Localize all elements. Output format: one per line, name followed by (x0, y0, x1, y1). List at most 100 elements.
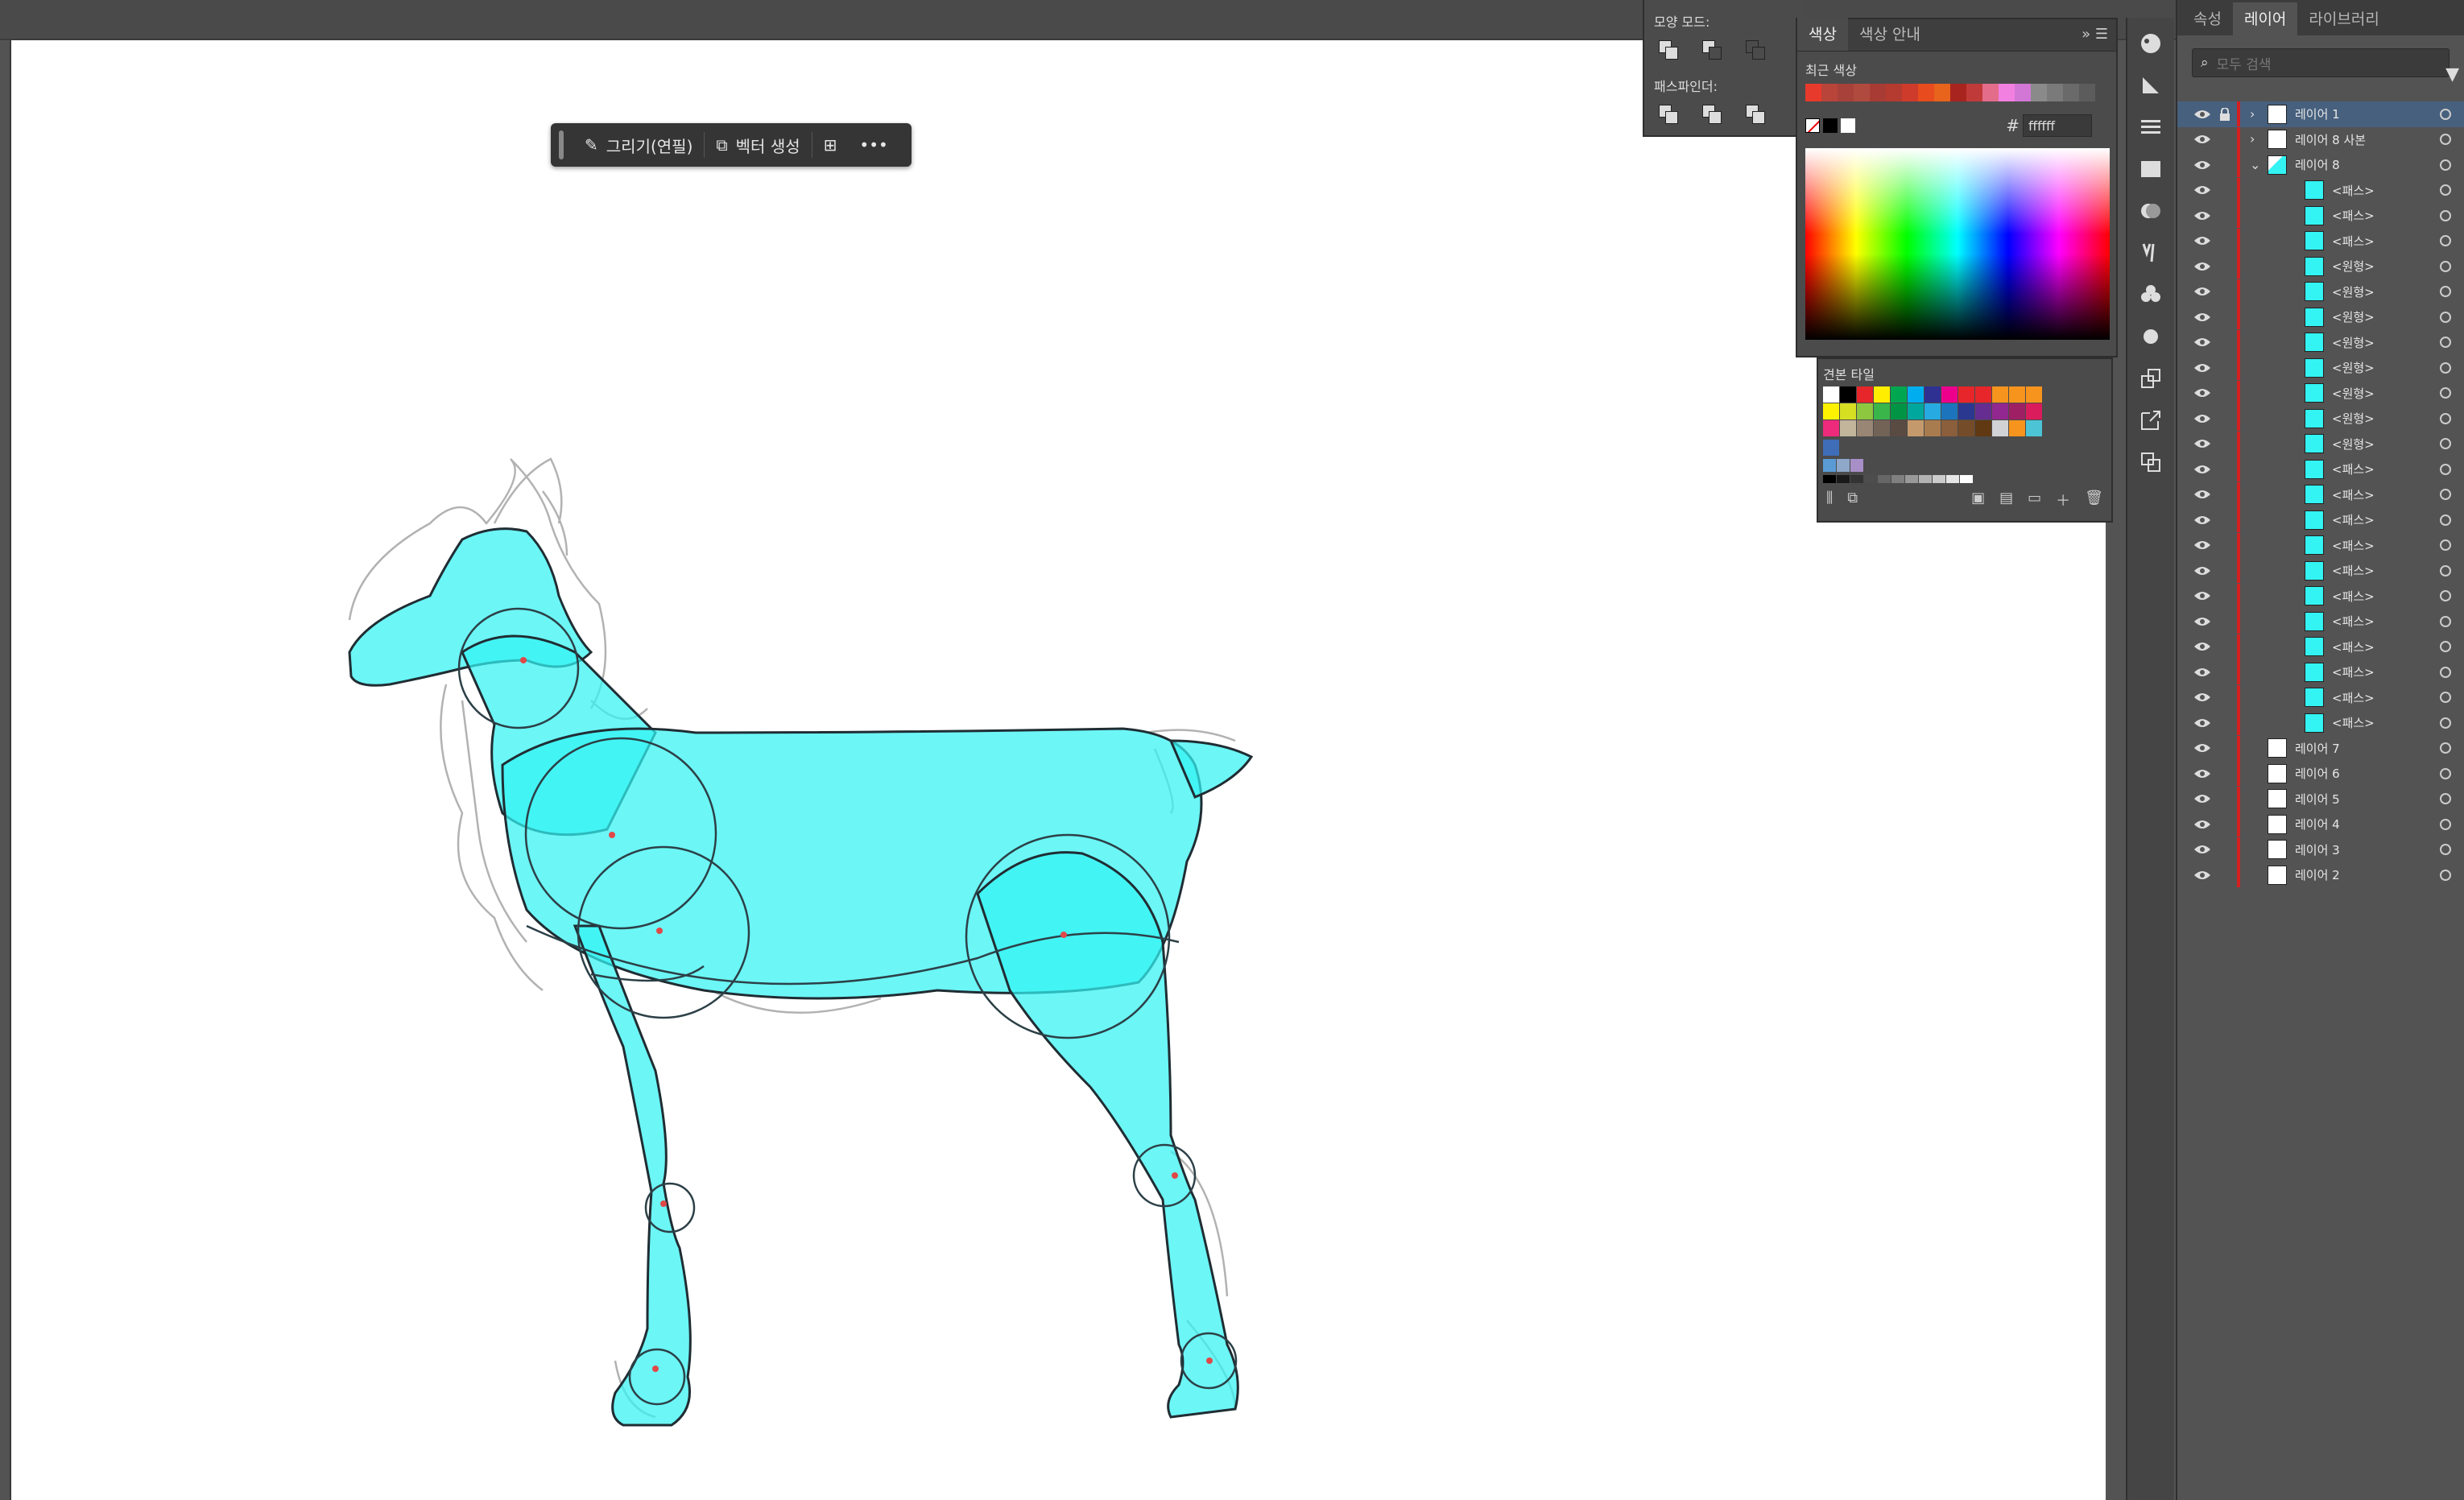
layer-sublayer-row[interactable]: <패스> (2177, 177, 2464, 204)
recent-color-swatch[interactable] (2079, 84, 2095, 101)
layer-sublayer-row[interactable]: <원형> (2177, 304, 2464, 330)
target-circle-icon[interactable] (2440, 767, 2451, 779)
white-swatch[interactable] (1841, 118, 1855, 133)
image-settings-button[interactable]: ⊞ (812, 129, 849, 161)
visibility-eye-icon[interactable] (2193, 641, 2211, 652)
swatch[interactable] (1958, 386, 1974, 403)
swatch[interactable] (1908, 420, 1924, 436)
divide-icon[interactable] (1659, 105, 1680, 126)
visibility-eye-icon[interactable] (2193, 286, 2211, 297)
swatch[interactable] (1891, 420, 1907, 436)
new-swatch-group-icon[interactable]: ▣ (1971, 490, 1985, 510)
swatch[interactable] (1874, 386, 1890, 403)
lock-icon[interactable] (2219, 107, 2230, 121)
target-circle-icon[interactable] (2440, 818, 2451, 830)
recent-color-swatch[interactable] (2047, 84, 2063, 101)
intersect-icon[interactable] (1746, 40, 1767, 61)
chevron-right-icon[interactable]: › (2250, 107, 2261, 120)
swatch[interactable] (2009, 386, 2025, 403)
swatch[interactable] (1874, 403, 1890, 419)
swatch[interactable] (1960, 475, 1973, 483)
target-circle-icon[interactable] (2440, 590, 2451, 602)
target-circle-icon[interactable] (2440, 717, 2451, 729)
visibility-eye-icon[interactable] (2193, 514, 2211, 526)
recent-color-swatch[interactable] (1821, 84, 1838, 101)
swatch[interactable] (1941, 386, 1958, 403)
target-circle-icon[interactable] (2440, 692, 2451, 704)
artboards-icon[interactable] (2135, 446, 2167, 478)
visibility-eye-icon[interactable] (2193, 464, 2211, 475)
graphic-styles-icon[interactable] (2135, 362, 2167, 395)
swatch-options-icon[interactable]: ▤ (1999, 490, 2013, 510)
layer-sublayer-row[interactable]: <패스> (2177, 532, 2464, 559)
color-panel-icon[interactable] (2135, 27, 2167, 60)
recent-color-swatch[interactable] (2063, 84, 2079, 101)
target-circle-icon[interactable] (2440, 615, 2451, 627)
visibility-eye-icon[interactable] (2193, 565, 2211, 576)
color-guide-icon[interactable] (2135, 69, 2167, 101)
layer-sublayer-row[interactable]: <패스> (2177, 457, 2464, 482)
layer-sublayer-row[interactable]: <패스> (2177, 203, 2464, 229)
swatch[interactable] (1837, 459, 1850, 472)
target-circle-icon[interactable] (2440, 742, 2451, 754)
layer-search-field[interactable]: ⌕ 모두 검색 (2192, 48, 2450, 77)
recent-color-swatch[interactable] (1918, 84, 1934, 101)
recent-color-swatch[interactable] (1838, 84, 1854, 101)
swatch[interactable] (1992, 420, 2008, 436)
swatch[interactable] (1905, 475, 1918, 483)
recent-color-swatch[interactable] (1934, 84, 1950, 101)
swatch[interactable] (2026, 420, 2042, 436)
layer-sublayer-row[interactable]: <원형> (2177, 431, 2464, 457)
layer-sublayer-row[interactable]: <패스> (2177, 481, 2464, 508)
deer-illustration[interactable] (11, 40, 2107, 1500)
recent-color-swatch[interactable] (2031, 84, 2047, 101)
layer-sublayer-row[interactable]: <패스> (2177, 634, 2464, 660)
swatch[interactable] (1878, 475, 1891, 483)
layer-row[interactable]: 레이어 2 (2177, 862, 2464, 888)
recent-color-swatch[interactable] (2015, 84, 2031, 101)
layer-row[interactable]: 레이어 6 (2177, 761, 2464, 787)
stroke-icon[interactable] (2135, 111, 2167, 143)
swatch[interactable] (1919, 475, 1932, 483)
trim-icon[interactable] (1702, 105, 1723, 126)
swatch[interactable] (1857, 386, 1873, 403)
visibility-eye-icon[interactable] (2193, 539, 2211, 551)
visibility-eye-icon[interactable] (2193, 717, 2211, 729)
target-circle-icon[interactable] (2440, 844, 2451, 856)
swatch[interactable] (1850, 459, 1863, 472)
target-circle-icon[interactable] (2440, 159, 2451, 171)
new-folder-icon[interactable]: ▭ (2028, 490, 2041, 510)
visibility-eye-icon[interactable] (2193, 616, 2211, 627)
swatch[interactable] (1823, 459, 1836, 472)
tab-properties[interactable]: 속성 (2182, 2, 2233, 35)
tab-color-guide[interactable]: 색상 안내 (1848, 18, 1932, 51)
target-circle-icon[interactable] (2440, 438, 2451, 450)
target-circle-icon[interactable] (2440, 311, 2451, 323)
layer-sublayer-row[interactable]: <원형> (2177, 380, 2464, 407)
target-circle-icon[interactable] (2440, 108, 2451, 120)
layer-row[interactable]: ⌄ 레이어 8 (2177, 152, 2464, 178)
target-circle-icon[interactable] (2440, 539, 2451, 552)
swatch[interactable] (1908, 403, 1924, 419)
new-swatch-icon[interactable]: ＋ (2056, 490, 2070, 510)
trash-icon[interactable]: 🗑 (2085, 490, 2103, 510)
swatch[interactable] (1850, 475, 1863, 483)
swatch[interactable] (1840, 403, 1856, 419)
layer-sublayer-row[interactable]: <원형> (2177, 279, 2464, 305)
swatch[interactable] (1992, 386, 2008, 403)
target-circle-icon[interactable] (2440, 260, 2451, 272)
swatch[interactable] (1823, 420, 1839, 436)
recent-color-swatch[interactable] (1854, 84, 1870, 101)
visibility-eye-icon[interactable] (2193, 312, 2211, 323)
target-circle-icon[interactable] (2440, 286, 2451, 298)
hex-input[interactable]: ffffff (2023, 114, 2092, 137)
recent-color-swatch[interactable] (1950, 84, 1966, 101)
swatch[interactable] (1958, 420, 1974, 436)
layer-sublayer-row[interactable]: <패스> (2177, 228, 2464, 254)
transparency-icon[interactable] (2135, 195, 2167, 227)
target-circle-icon[interactable] (2440, 641, 2451, 653)
recent-color-swatch[interactable] (1902, 84, 1918, 101)
visibility-eye-icon[interactable] (2193, 387, 2211, 399)
visibility-eye-icon[interactable] (2193, 768, 2211, 779)
layer-row[interactable]: 레이어 5 (2177, 786, 2464, 812)
